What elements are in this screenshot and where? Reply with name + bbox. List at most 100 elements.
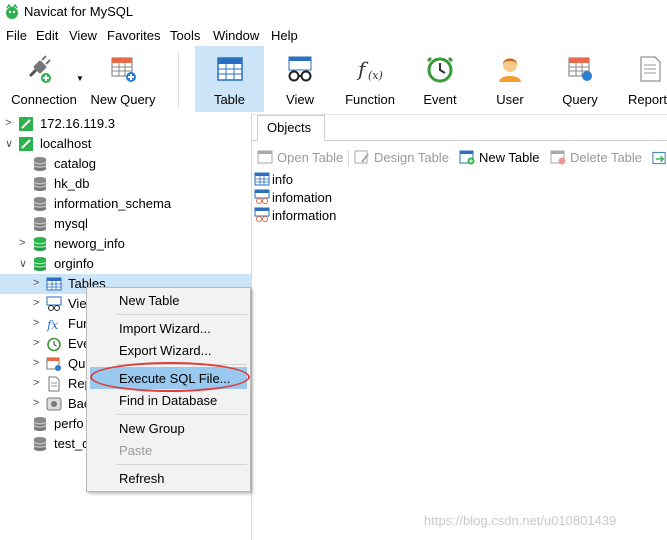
chevron-down-icon[interactable]: ∨ — [5, 137, 13, 150]
query-icon — [568, 57, 592, 81]
table-label: Table — [213, 92, 246, 107]
database-icon — [33, 197, 47, 211]
context-new-table[interactable]: New Table — [119, 293, 179, 308]
design-table-button[interactable]: Design Table — [354, 149, 449, 165]
menu-separator — [117, 464, 247, 465]
context-refresh[interactable]: Refresh — [119, 471, 165, 486]
import-icon[interactable] — [652, 150, 667, 166]
chevron-down-icon[interactable]: ∨ — [19, 257, 27, 270]
menu-edit[interactable]: Edit — [36, 28, 58, 43]
tab-objects-label: Objects — [267, 120, 312, 135]
database-icon — [33, 177, 47, 191]
report-button[interactable]: Report — [618, 46, 667, 112]
function-fx-icon: f (x) — [356, 57, 383, 82]
chevron-right-icon[interactable]: > — [33, 277, 39, 289]
event-button[interactable]: Event — [408, 46, 472, 112]
chevron-right-icon[interactable]: > — [5, 117, 11, 129]
query-button[interactable]: Query — [548, 46, 612, 112]
function-button[interactable]: f (x) Function — [338, 46, 402, 112]
design-table-label: Design Table — [374, 150, 449, 165]
tree-item-connection[interactable]: > 172.16.119.3 — [0, 114, 251, 134]
tree-item-database[interactable]: information_schema — [0, 194, 251, 214]
chevron-right-icon[interactable]: > — [33, 317, 39, 329]
object-item-label: information — [272, 208, 337, 223]
tab-objects[interactable]: Objects — [257, 115, 325, 141]
menu-file[interactable]: File — [6, 28, 27, 43]
delete-table-icon — [550, 150, 566, 165]
function-label: Function — [345, 92, 395, 107]
context-import-wizard[interactable]: Import Wizard... — [119, 321, 211, 336]
object-item-table[interactable]: info — [254, 171, 293, 189]
tree-item-label: test_d — [54, 436, 90, 451]
view-icon — [254, 207, 270, 222]
chevron-right-icon[interactable]: > — [19, 237, 25, 249]
menu-favorites[interactable]: Favorites — [107, 28, 160, 43]
open-table-label: Open Table — [277, 150, 344, 165]
plug-icon — [28, 55, 51, 83]
tree-item-database[interactable]: hk_db — [0, 174, 251, 194]
main-panel: Objects Open Table Design Table New Tabl… — [252, 114, 667, 540]
backup-icon — [46, 397, 62, 411]
connection-icon — [19, 117, 33, 131]
open-table-icon — [257, 150, 273, 164]
context-new-group[interactable]: New Group — [119, 421, 185, 436]
chevron-right-icon[interactable]: > — [33, 397, 39, 409]
tree-item-label: Qu — [68, 356, 86, 371]
tree-item-label: information_schema — [54, 196, 172, 211]
open-table-button[interactable]: Open Table — [257, 149, 343, 165]
user-icon — [499, 58, 521, 82]
tree-item-database[interactable]: mysql — [0, 214, 251, 234]
menu-view[interactable]: View — [69, 28, 97, 43]
title-bar: Navicat for MySQL — [0, 0, 667, 24]
context-export-wizard[interactable]: Export Wizard... — [119, 343, 211, 358]
report-icon — [48, 376, 60, 392]
chevron-down-icon[interactable]: ▼ — [76, 74, 84, 83]
table-icon — [254, 172, 270, 186]
delete-table-button[interactable]: Delete Table — [550, 149, 642, 165]
new-table-icon — [459, 150, 475, 165]
annotation-oval — [90, 362, 250, 392]
event-label: Event — [423, 92, 457, 107]
menu-help[interactable]: Help — [271, 28, 298, 43]
tree-item-label: Vie — [68, 296, 87, 311]
report-label: Report — [628, 92, 667, 107]
user-label: User — [496, 92, 524, 107]
menu-window[interactable]: Window — [213, 28, 259, 43]
connection-button[interactable]: ▼ Connection — [4, 46, 84, 112]
context-paste[interactable]: Paste — [119, 443, 152, 458]
clock-icon — [426, 56, 454, 83]
database-icon — [33, 217, 47, 231]
tree-item-label: hk_db — [54, 176, 90, 191]
new-query-button[interactable]: New Query — [88, 46, 158, 112]
table-icon — [46, 277, 62, 291]
toolbar-separator — [348, 150, 349, 166]
chevron-right-icon[interactable]: > — [33, 357, 39, 369]
tree-item-database[interactable]: ∨ orginfo — [0, 254, 251, 274]
table-button[interactable]: Table — [195, 46, 264, 112]
tree-item-label: perfo — [54, 416, 84, 431]
table-icon — [216, 57, 243, 81]
new-query-icon — [111, 57, 136, 82]
view-button[interactable]: View — [268, 46, 332, 112]
tree-item-database[interactable]: > neworg_info — [0, 234, 251, 254]
object-item-view[interactable]: infomation — [254, 189, 332, 207]
user-button[interactable]: User — [478, 46, 542, 112]
chevron-right-icon[interactable]: > — [33, 377, 39, 389]
new-query-label: New Query — [90, 92, 156, 107]
context-find-in-database[interactable]: Find in Database — [119, 393, 217, 408]
database-icon — [33, 417, 47, 431]
window-title: Navicat for MySQL — [24, 4, 134, 19]
main-toolbar: ▼ Connection New Query Table View f (x) … — [0, 46, 667, 115]
report-icon — [640, 56, 661, 82]
new-table-button[interactable]: New Table — [459, 149, 539, 165]
menu-bar: File Edit View Favorites Tools Window He… — [0, 24, 667, 46]
object-item-view[interactable]: information — [254, 207, 336, 225]
tree-item-database[interactable]: catalog — [0, 154, 251, 174]
tree-item-label: mysql — [54, 216, 88, 231]
tree-item-connection[interactable]: ∨ localhost — [0, 134, 251, 154]
database-open-icon — [33, 257, 47, 271]
menu-separator — [117, 314, 247, 315]
menu-tools[interactable]: Tools — [170, 28, 200, 43]
chevron-right-icon[interactable]: > — [33, 337, 39, 349]
chevron-right-icon[interactable]: > — [33, 297, 39, 309]
